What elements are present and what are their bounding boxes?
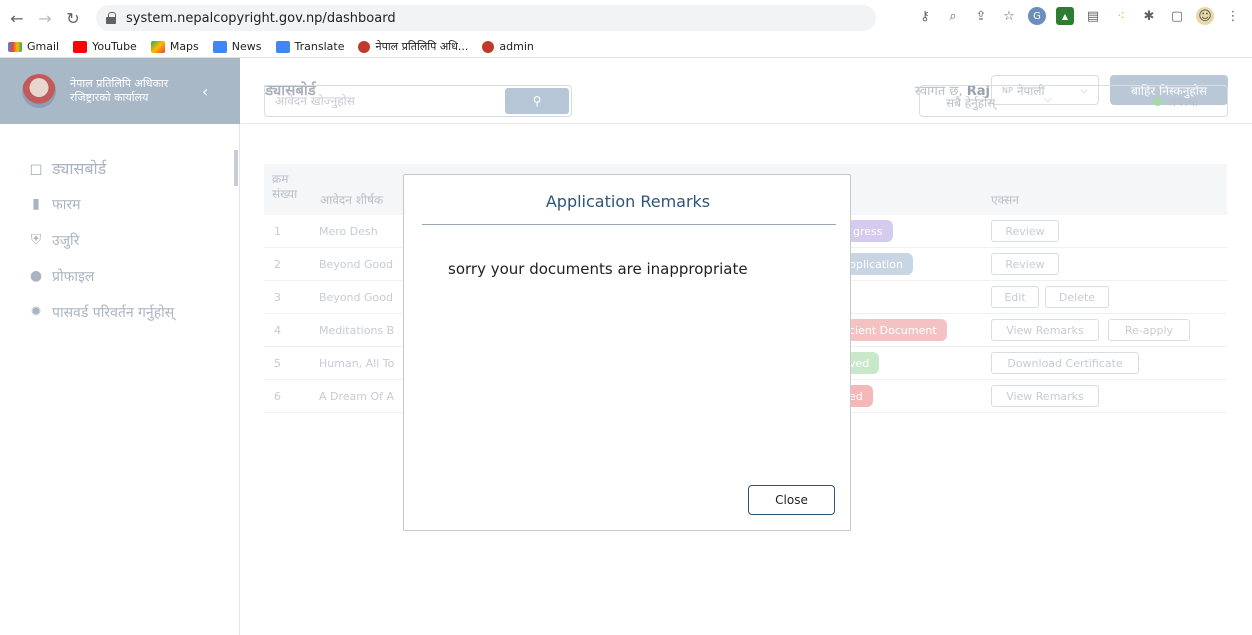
- download-certificate-button[interactable]: Download Certificate: [991, 352, 1139, 374]
- lock-icon: [106, 12, 116, 24]
- key-icon[interactable]: ⚷: [916, 7, 934, 25]
- file-icon: ▮: [32, 196, 40, 212]
- share-icon[interactable]: ⇪: [972, 7, 990, 25]
- sidebar-menu: ◻ ड्यासबोर्ड ▮ फारम ⛨ उजुरि ● प्रोफाइल ✹…: [0, 150, 240, 330]
- modal-title: Application Remarks: [545, 192, 711, 211]
- status-badge: ved: [847, 352, 880, 374]
- search-button[interactable]: ⚲: [505, 88, 569, 114]
- emblem-logo: [22, 74, 56, 108]
- bookmark-copyright[interactable]: नेपाल प्रतिलिपि अधि...: [358, 39, 468, 54]
- user-icon: ●: [29, 268, 43, 284]
- site-favicon-icon: [358, 40, 371, 53]
- sidebar-item-change-password[interactable]: ✹ पासवर्ड परिवर्तन गर्नुहोस्: [0, 294, 240, 330]
- collapse-chevron-icon[interactable]: ‹: [202, 82, 208, 101]
- beta-extension-icon[interactable]: ▲: [1056, 7, 1074, 25]
- gear-icon: ✹: [30, 304, 42, 320]
- bookmark-youtube[interactable]: YouTube: [73, 40, 137, 53]
- sidebar-item-form[interactable]: ▮ फारम: [0, 186, 240, 222]
- review-button[interactable]: Review: [991, 253, 1059, 275]
- status-filter-select[interactable]: सबै हेर्नुहोस् ⌵ अवस्था: [919, 85, 1228, 117]
- chevron-down-icon: ⌵: [1044, 94, 1052, 105]
- remarks-modal: Application Remarks sorry your documents…: [403, 174, 851, 531]
- star-icon[interactable]: ☆: [1000, 7, 1018, 25]
- modal-remarks-text: sorry your documents are inappropriate: [448, 260, 748, 278]
- brand: नेपाल प्रतिलिपि अधिकार रजिष्ट्रारको कार्…: [0, 58, 240, 124]
- view-remarks-button[interactable]: View Remarks: [991, 319, 1099, 341]
- bookmark-news[interactable]: News: [212, 40, 262, 53]
- bookmark-gmail[interactable]: Gmail: [8, 40, 59, 53]
- search-input[interactable]: [265, 86, 505, 116]
- sidebar-item-complaint[interactable]: ⛨ उजुरि: [0, 222, 240, 258]
- reload-icon[interactable]: ↻: [62, 7, 84, 29]
- forward-arrow-icon[interactable]: →: [34, 7, 56, 29]
- view-remarks-button[interactable]: View Remarks: [991, 385, 1099, 407]
- close-button[interactable]: Close: [748, 485, 835, 515]
- sidebar: नेपाल प्रतिलिपि अधिकार रजिष्ट्रारको कार्…: [0, 58, 240, 635]
- delete-button[interactable]: Delete: [1045, 286, 1109, 308]
- dashboard-icon: ◻: [29, 158, 43, 178]
- translate-icon: [275, 40, 290, 53]
- clipboard-icon[interactable]: ▤: [1084, 7, 1102, 25]
- bookmark-maps[interactable]: Maps: [150, 40, 199, 53]
- dots-extension-icon[interactable]: ⁖: [1112, 7, 1130, 25]
- maps-icon: [150, 40, 165, 53]
- status-badge: cient Document: [847, 319, 947, 341]
- site-favicon-icon: [482, 40, 495, 53]
- gmail-icon: [8, 41, 22, 52]
- reapply-button[interactable]: Re-apply: [1108, 319, 1190, 341]
- review-button[interactable]: Review: [991, 220, 1059, 242]
- news-icon: [212, 40, 227, 53]
- modal-divider: [422, 224, 836, 225]
- bookmark-admin[interactable]: admin: [482, 40, 534, 53]
- search-box: ⚲: [264, 85, 572, 117]
- browser-toolbar: ← → ↻ system.nepalcopyright.gov.np/dashb…: [0, 0, 1252, 36]
- zoom-icon[interactable]: ⌕: [944, 7, 962, 25]
- sidebar-item-dashboard[interactable]: ◻ ड्यासबोर्ड: [0, 150, 240, 186]
- bookmark-translate[interactable]: Translate: [275, 40, 344, 53]
- bookmarks-bar: Gmail YouTube Maps News Translate नेपाल …: [0, 36, 1252, 58]
- status-badge: gress: [847, 220, 893, 242]
- edit-button[interactable]: Edit: [991, 286, 1039, 308]
- youtube-icon: [73, 40, 88, 53]
- sidebar-item-profile[interactable]: ● प्रोफाइल: [0, 258, 240, 294]
- address-bar[interactable]: system.nepalcopyright.gov.np/dashboard: [96, 5, 876, 31]
- puzzle-icon[interactable]: ✱: [1140, 7, 1158, 25]
- sidepanel-icon[interactable]: ▢: [1168, 7, 1186, 25]
- shield-icon: ⛨: [30, 232, 42, 248]
- avatar[interactable]: ☺: [1196, 7, 1214, 25]
- menu-kebab-icon[interactable]: ⋮: [1224, 7, 1242, 25]
- brand-text: नेपाल प्रतिलिपि अधिकार रजिष्ट्रारको कार्…: [70, 77, 169, 104]
- status-badge: pplication: [847, 253, 913, 275]
- grammarly-icon[interactable]: G: [1028, 7, 1046, 25]
- url-text: system.nepalcopyright.gov.np/dashboard: [126, 10, 396, 26]
- back-arrow-icon[interactable]: ←: [6, 7, 28, 29]
- status-dot-icon: [1153, 97, 1162, 106]
- extension-icons: ⚷ ⌕ ⇪ ☆ G ▲ ▤ ⁖ ✱ ▢ ☺ ⋮: [916, 7, 1242, 25]
- search-icon: ⚲: [532, 94, 542, 108]
